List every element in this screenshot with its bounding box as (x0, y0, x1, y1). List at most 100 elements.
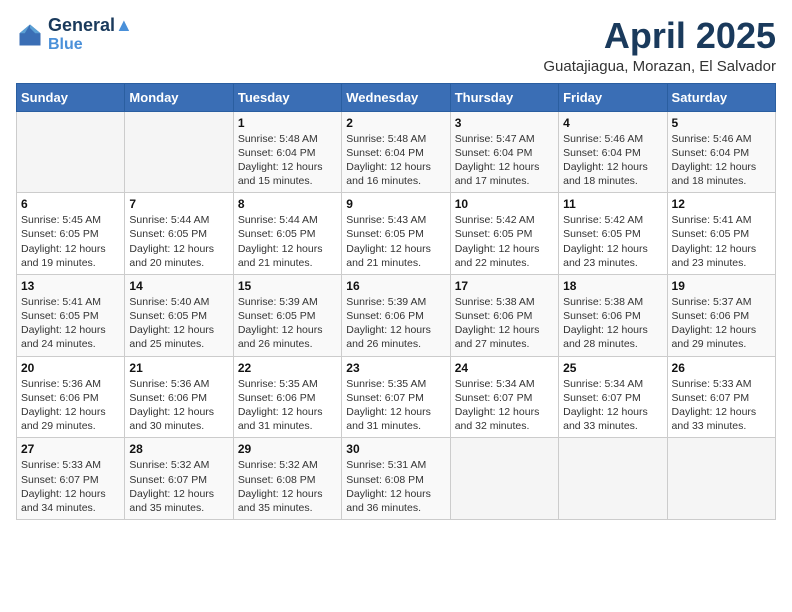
day-info: Sunrise: 5:31 AM Sunset: 6:08 PM Dayligh… (346, 458, 445, 515)
day-info: Sunrise: 5:46 AM Sunset: 6:04 PM Dayligh… (563, 132, 662, 189)
day-number: 4 (563, 116, 662, 130)
day-info: Sunrise: 5:40 AM Sunset: 6:05 PM Dayligh… (129, 295, 228, 352)
day-info: Sunrise: 5:35 AM Sunset: 6:06 PM Dayligh… (238, 377, 337, 434)
day-number: 14 (129, 279, 228, 293)
weekday-header: Saturday (667, 83, 775, 111)
calendar-cell (450, 438, 558, 520)
day-info: Sunrise: 5:41 AM Sunset: 6:05 PM Dayligh… (672, 213, 771, 270)
calendar-cell: 10 Sunrise: 5:42 AM Sunset: 6:05 PM Dayli… (450, 193, 558, 275)
weekday-header: Thursday (450, 83, 558, 111)
day-number: 8 (238, 197, 337, 211)
day-info: Sunrise: 5:46 AM Sunset: 6:04 PM Dayligh… (672, 132, 771, 189)
day-number: 19 (672, 279, 771, 293)
day-info: Sunrise: 5:35 AM Sunset: 6:07 PM Dayligh… (346, 377, 445, 434)
calendar-cell: 26 Sunrise: 5:33 AM Sunset: 6:07 PM Dayli… (667, 356, 775, 438)
day-number: 17 (455, 279, 554, 293)
calendar-cell: 14 Sunrise: 5:40 AM Sunset: 6:05 PM Dayli… (125, 274, 233, 356)
weekday-header: Friday (559, 83, 667, 111)
day-number: 18 (563, 279, 662, 293)
logo: General▲ Blue (16, 16, 133, 53)
calendar-cell (17, 111, 125, 193)
day-number: 24 (455, 361, 554, 375)
day-info: Sunrise: 5:41 AM Sunset: 6:05 PM Dayligh… (21, 295, 120, 352)
calendar-cell: 5 Sunrise: 5:46 AM Sunset: 6:04 PM Daylig… (667, 111, 775, 193)
day-number: 12 (672, 197, 771, 211)
logo-icon (16, 21, 44, 49)
day-info: Sunrise: 5:37 AM Sunset: 6:06 PM Dayligh… (672, 295, 771, 352)
day-number: 9 (346, 197, 445, 211)
calendar-cell: 28 Sunrise: 5:32 AM Sunset: 6:07 PM Dayli… (125, 438, 233, 520)
calendar-cell: 12 Sunrise: 5:41 AM Sunset: 6:05 PM Dayli… (667, 193, 775, 275)
day-number: 25 (563, 361, 662, 375)
day-number: 21 (129, 361, 228, 375)
weekday-header: Wednesday (342, 83, 450, 111)
day-number: 13 (21, 279, 120, 293)
day-number: 5 (672, 116, 771, 130)
day-info: Sunrise: 5:42 AM Sunset: 6:05 PM Dayligh… (455, 213, 554, 270)
calendar-header: SundayMondayTuesdayWednesdayThursdayFrid… (17, 83, 776, 111)
calendar-cell: 6Sunrise: 5:45 AM Sunset: 6:05 PM Daylig… (17, 193, 125, 275)
day-number: 3 (455, 116, 554, 130)
day-number: 27 (21, 442, 120, 456)
calendar-cell (125, 111, 233, 193)
calendar-cell: 3 Sunrise: 5:47 AM Sunset: 6:04 PM Daylig… (450, 111, 558, 193)
day-info: Sunrise: 5:48 AM Sunset: 6:04 PM Dayligh… (346, 132, 445, 189)
day-number: 6 (21, 197, 120, 211)
calendar-cell: 15Sunrise: 5:39 AM Sunset: 6:05 PM Dayli… (233, 274, 341, 356)
day-number: 11 (563, 197, 662, 211)
calendar-cell: 7Sunrise: 5:44 AM Sunset: 6:05 PM Daylig… (125, 193, 233, 275)
calendar-table: SundayMondayTuesdayWednesdayThursdayFrid… (16, 83, 776, 520)
calendar-cell: 22 Sunrise: 5:35 AM Sunset: 6:06 PM Dayli… (233, 356, 341, 438)
weekday-header: Tuesday (233, 83, 341, 111)
calendar-cell: 19 Sunrise: 5:37 AM Sunset: 6:06 PM Dayli… (667, 274, 775, 356)
month-title: April 2025 (543, 16, 776, 56)
calendar-cell: 8 Sunrise: 5:44 AM Sunset: 6:05 PM Daylig… (233, 193, 341, 275)
day-info: Sunrise: 5:48 AM Sunset: 6:04 PM Dayligh… (238, 132, 337, 189)
day-number: 28 (129, 442, 228, 456)
day-number: 15 (238, 279, 337, 293)
calendar-cell: 16Sunrise: 5:39 AM Sunset: 6:06 PM Dayli… (342, 274, 450, 356)
weekday-header: Sunday (17, 83, 125, 111)
day-info: Sunrise: 5:42 AM Sunset: 6:05 PM Dayligh… (563, 213, 662, 270)
day-info: Sunrise: 5:38 AM Sunset: 6:06 PM Dayligh… (455, 295, 554, 352)
day-info: Sunrise: 5:32 AM Sunset: 6:07 PM Dayligh… (129, 458, 228, 515)
day-number: 1 (238, 116, 337, 130)
calendar-cell: 13 Sunrise: 5:41 AM Sunset: 6:05 PM Dayli… (17, 274, 125, 356)
calendar-cell: 20Sunrise: 5:36 AM Sunset: 6:06 PM Dayli… (17, 356, 125, 438)
calendar-cell: 24 Sunrise: 5:34 AM Sunset: 6:07 PM Dayli… (450, 356, 558, 438)
calendar-cell: 9 Sunrise: 5:43 AM Sunset: 6:05 PM Daylig… (342, 193, 450, 275)
calendar-cell (559, 438, 667, 520)
logo-text: General▲ Blue (48, 16, 133, 53)
calendar-cell: 25 Sunrise: 5:34 AM Sunset: 6:07 PM Dayli… (559, 356, 667, 438)
location-subtitle: Guatajiagua, Morazan, El Salvador (543, 58, 776, 75)
page-header: General▲ Blue April 2025 Guatajiagua, Mo… (16, 16, 776, 75)
day-number: 22 (238, 361, 337, 375)
day-number: 29 (238, 442, 337, 456)
day-info: Sunrise: 5:44 AM Sunset: 6:05 PM Dayligh… (238, 213, 337, 270)
calendar-cell: 23Sunrise: 5:35 AM Sunset: 6:07 PM Dayli… (342, 356, 450, 438)
day-info: Sunrise: 5:32 AM Sunset: 6:08 PM Dayligh… (238, 458, 337, 515)
day-info: Sunrise: 5:33 AM Sunset: 6:07 PM Dayligh… (672, 377, 771, 434)
day-info: Sunrise: 5:33 AM Sunset: 6:07 PM Dayligh… (21, 458, 120, 515)
day-info: Sunrise: 5:43 AM Sunset: 6:05 PM Dayligh… (346, 213, 445, 270)
day-number: 16 (346, 279, 445, 293)
day-number: 26 (672, 361, 771, 375)
calendar-cell: 11 Sunrise: 5:42 AM Sunset: 6:05 PM Dayli… (559, 193, 667, 275)
calendar-cell: 1 Sunrise: 5:48 AM Sunset: 6:04 PM Daylig… (233, 111, 341, 193)
day-number: 2 (346, 116, 445, 130)
title-block: April 2025 Guatajiagua, Morazan, El Salv… (543, 16, 776, 75)
day-info: Sunrise: 5:34 AM Sunset: 6:07 PM Dayligh… (455, 377, 554, 434)
weekday-header: Monday (125, 83, 233, 111)
calendar-cell: 2 Sunrise: 5:48 AM Sunset: 6:04 PM Daylig… (342, 111, 450, 193)
day-info: Sunrise: 5:44 AM Sunset: 6:05 PM Dayligh… (129, 213, 228, 270)
calendar-cell: 27 Sunrise: 5:33 AM Sunset: 6:07 PM Dayli… (17, 438, 125, 520)
day-number: 10 (455, 197, 554, 211)
day-info: Sunrise: 5:36 AM Sunset: 6:06 PM Dayligh… (129, 377, 228, 434)
calendar-cell: 29 Sunrise: 5:32 AM Sunset: 6:08 PM Dayli… (233, 438, 341, 520)
calendar-cell: 17 Sunrise: 5:38 AM Sunset: 6:06 PM Dayli… (450, 274, 558, 356)
day-info: Sunrise: 5:47 AM Sunset: 6:04 PM Dayligh… (455, 132, 554, 189)
day-info: Sunrise: 5:38 AM Sunset: 6:06 PM Dayligh… (563, 295, 662, 352)
day-info: Sunrise: 5:34 AM Sunset: 6:07 PM Dayligh… (563, 377, 662, 434)
day-number: 30 (346, 442, 445, 456)
calendar-cell: 4 Sunrise: 5:46 AM Sunset: 6:04 PM Daylig… (559, 111, 667, 193)
